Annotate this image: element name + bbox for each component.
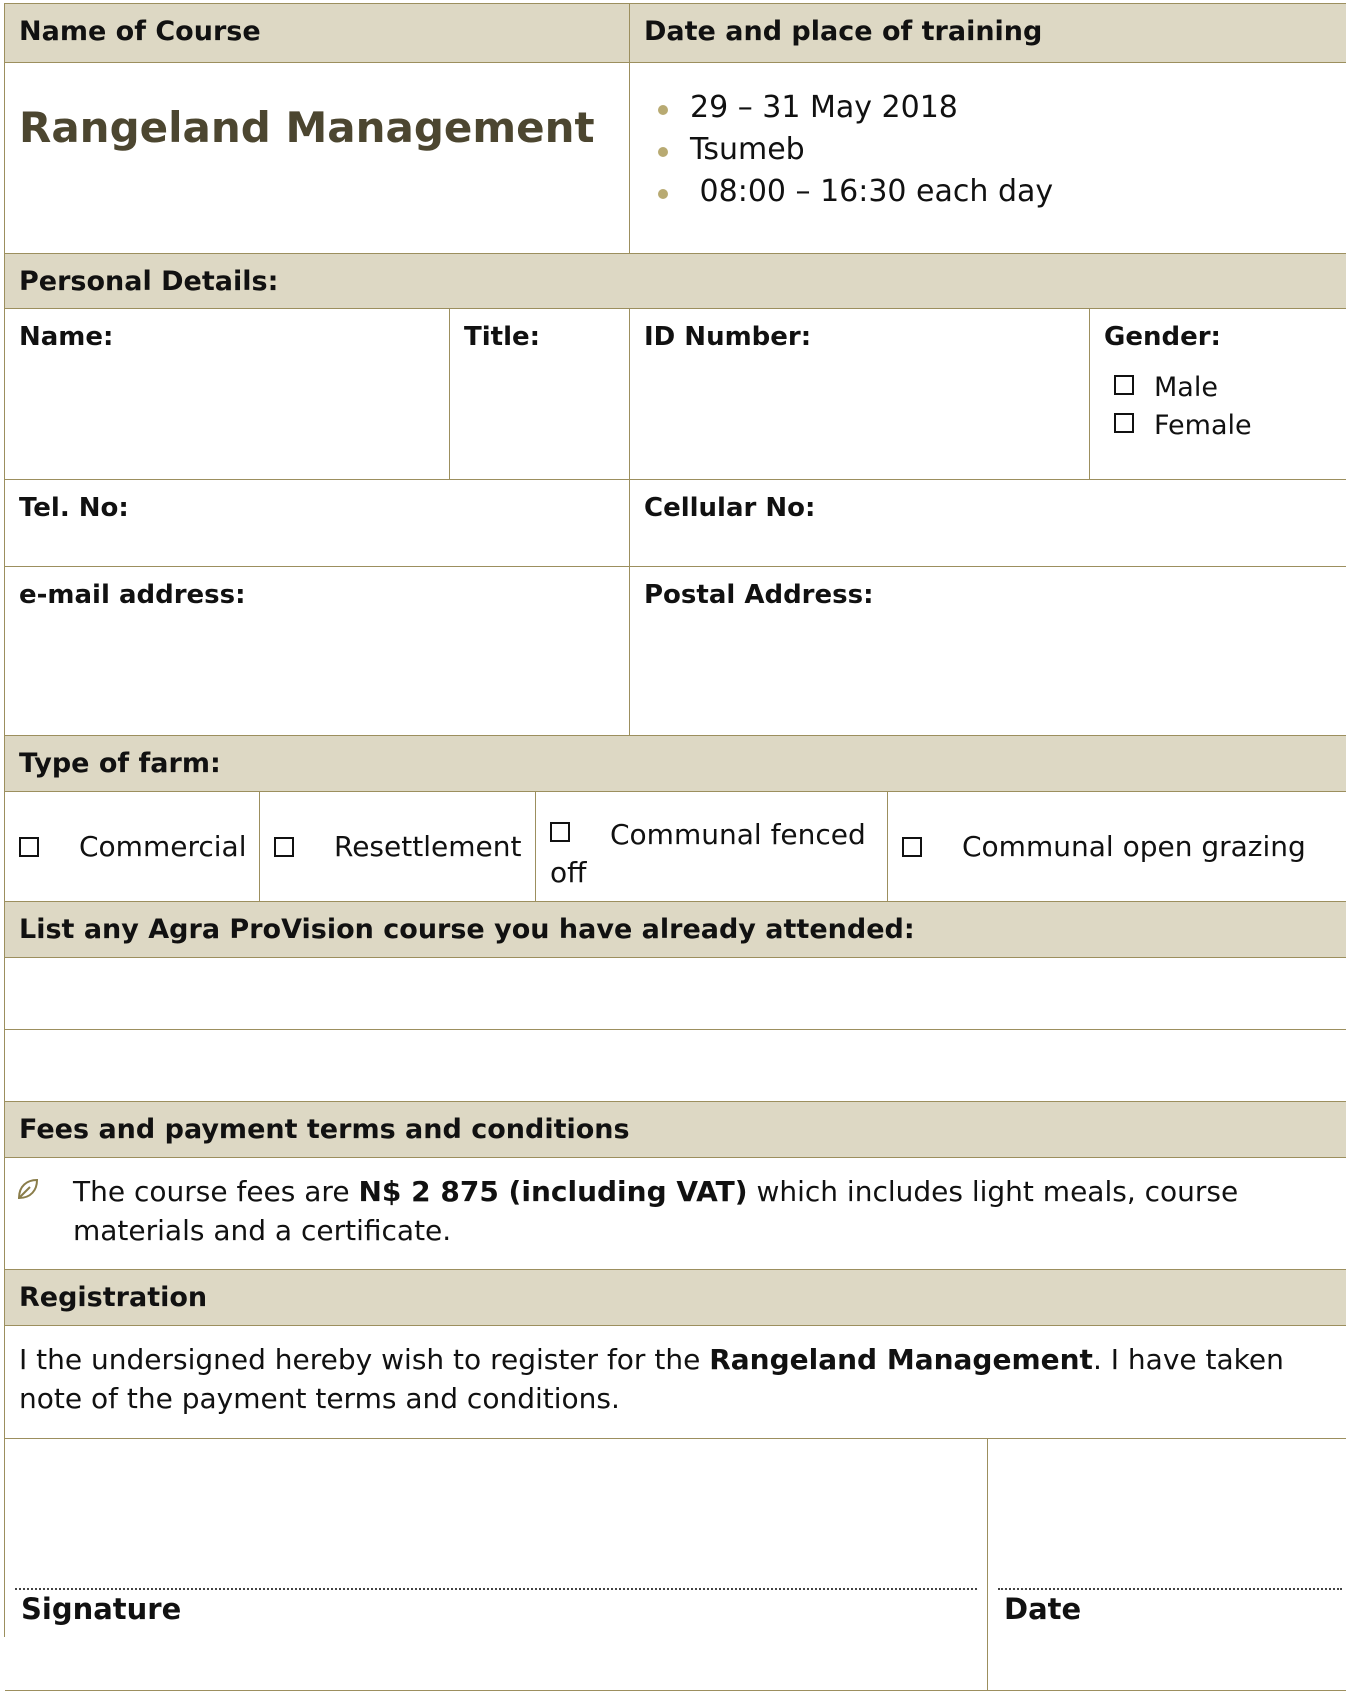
checkbox-male[interactable]	[1114, 374, 1134, 395]
fees-text-cell: The course fees are N$ 2 875 (including …	[5, 1158, 1346, 1270]
farm-option-resettlement[interactable]: Resettlement	[260, 792, 536, 902]
email-field[interactable]: e-mail address:	[5, 567, 630, 736]
personal-details-header: Personal Details:	[5, 254, 1346, 309]
course-title: Rangeland Management	[19, 103, 595, 152]
gender-option-female[interactable]: Female	[1114, 407, 1338, 445]
registration-course-name: Rangeland Management	[709, 1343, 1093, 1376]
email-label: e-mail address:	[19, 580, 246, 610]
registration-form: Name of Course Date and place of trainin…	[4, 3, 1346, 1691]
course-date: 29 – 31 May 2018	[644, 87, 1338, 129]
farm-option-commercial[interactable]: Commercial	[5, 792, 260, 902]
id-number-label: ID Number:	[644, 322, 812, 352]
course-details-cell: 29 – 31 May 2018 Tsumeb 08:00 – 16:30 ea…	[630, 63, 1346, 254]
course-hours: 08:00 – 16:30 each day	[644, 171, 1338, 213]
fee-amount: N$ 2 875 (including VAT)	[358, 1175, 748, 1208]
gender-label: Gender:	[1104, 322, 1221, 352]
course-name-cell: Rangeland Management	[5, 63, 630, 254]
course-name-header: Name of Course	[5, 4, 630, 63]
date-field[interactable]: Date	[988, 1439, 1346, 1691]
signature-label: Signature	[21, 1592, 182, 1626]
previous-courses-header: List any Agra ProVision course you have …	[5, 902, 1346, 958]
cellular-label: Cellular No:	[644, 493, 816, 523]
checkbox-communal-open[interactable]	[902, 836, 922, 857]
gender-option-male[interactable]: Male	[1114, 369, 1338, 407]
signature-field[interactable]: Signature	[5, 1439, 988, 1691]
signature-row: Signature Date	[5, 1439, 1346, 1691]
course-place: Tsumeb	[644, 129, 1338, 171]
previous-course-line-1[interactable]	[5, 958, 1346, 1030]
name-label: Name:	[19, 322, 114, 352]
postal-label: Postal Address:	[644, 580, 874, 610]
farm-options-row: Commercial Resettlement Communal fenced …	[5, 792, 1346, 902]
date-line	[998, 1588, 1342, 1590]
tel-label: Tel. No:	[19, 493, 129, 523]
date-label: Date	[1004, 1592, 1082, 1626]
checkbox-female[interactable]	[1114, 412, 1134, 433]
checkbox-commercial[interactable]	[19, 836, 39, 857]
registration-text-cell: I the undersigned hereby wish to registe…	[5, 1326, 1346, 1439]
farm-option-communal-fenced[interactable]: Communal fenced off	[536, 792, 888, 902]
date-place-header: Date and place of training	[630, 4, 1346, 63]
signature-line	[15, 1588, 977, 1590]
checkbox-communal-fenced[interactable]	[550, 822, 570, 842]
title-field[interactable]: Title:	[450, 309, 630, 480]
previous-course-line-2[interactable]	[5, 1030, 1346, 1102]
farm-type-header: Type of farm:	[5, 736, 1346, 792]
title-label: Title:	[464, 322, 541, 352]
name-field[interactable]: Name:	[5, 309, 450, 480]
postal-address-field[interactable]: Postal Address:	[630, 567, 1346, 736]
course-details-list: 29 – 31 May 2018 Tsumeb 08:00 – 16:30 ea…	[644, 87, 1338, 213]
fees-header: Fees and payment terms and conditions	[5, 1102, 1346, 1158]
farm-option-communal-open[interactable]: Communal open grazing	[888, 792, 1346, 902]
registration-header: Registration	[5, 1270, 1346, 1326]
id-number-field[interactable]: ID Number:	[630, 309, 1090, 480]
gender-cell: Gender: Male Female	[1090, 309, 1346, 480]
cellular-field[interactable]: Cellular No:	[630, 480, 1346, 567]
leaf-icon	[17, 1178, 39, 1200]
tel-field[interactable]: Tel. No:	[5, 480, 630, 567]
checkbox-resettlement[interactable]	[274, 836, 294, 857]
